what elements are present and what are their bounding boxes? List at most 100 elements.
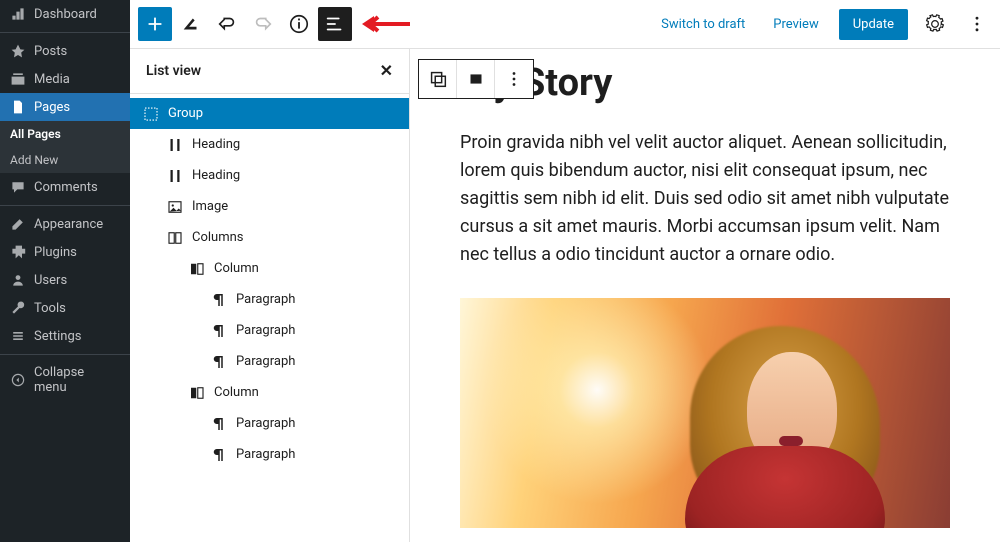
divider <box>0 32 130 33</box>
sidebar-item-tools[interactable]: Tools <box>0 294 130 322</box>
divider <box>0 205 130 206</box>
topbar-right-group: Switch to draft Preview Update <box>653 9 992 40</box>
list-view-row-label: Paragraph <box>236 354 295 369</box>
submenu-item-all-pages[interactable]: All Pages <box>0 121 130 147</box>
sidebar-item-collapse[interactable]: Collapse menu <box>0 359 130 401</box>
page-content: My Story Proin gravida nibh vel velit au… <box>410 61 1000 528</box>
submenu-item-add-new[interactable]: Add New <box>0 147 130 173</box>
list-view-row-label: Column <box>214 261 259 276</box>
appearance-icon <box>10 216 26 232</box>
list-view-row[interactable]: Group <box>130 98 409 129</box>
list-view-row[interactable]: Heading <box>130 129 409 160</box>
list-view-row[interactable]: Paragraph <box>130 315 409 346</box>
block-toolbar <box>418 59 534 99</box>
annotation-arrow-icon <box>360 12 410 36</box>
switch-to-draft-button[interactable]: Switch to draft <box>653 11 753 38</box>
list-view-row[interactable]: Paragraph <box>130 439 409 470</box>
sidebar-item-label: Appearance <box>34 217 103 232</box>
sidebar-submenu-pages: All Pages Add New <box>0 121 130 173</box>
users-icon <box>10 272 26 288</box>
redo-button[interactable] <box>246 7 280 41</box>
paragraph-icon <box>210 446 228 464</box>
sidebar-item-label: Comments <box>34 180 98 195</box>
sidebar-item-label: Tools <box>34 301 66 316</box>
editor-canvas[interactable]: My Story Proin gravida nibh vel velit au… <box>410 49 1000 542</box>
list-view-row-label: Image <box>192 199 228 214</box>
topbar-left-group <box>138 7 410 41</box>
list-view-button[interactable] <box>318 7 352 41</box>
list-view-row-label: Group <box>168 106 203 121</box>
list-view-row[interactable]: Heading <box>130 160 409 191</box>
sidebar-item-dashboard[interactable]: Dashboard <box>0 0 130 28</box>
paragraph-icon <box>210 353 228 371</box>
list-view-row[interactable]: Image <box>130 191 409 222</box>
list-view-row-label: Heading <box>192 137 240 152</box>
details-button[interactable] <box>282 7 316 41</box>
plugins-icon <box>10 244 26 260</box>
settings-icon <box>10 328 26 344</box>
list-view-row[interactable]: Paragraph <box>130 346 409 377</box>
list-view-row-label: Column <box>214 385 259 400</box>
sidebar-item-pages[interactable]: Pages <box>0 93 130 121</box>
paragraph-icon <box>210 322 228 340</box>
block-type-button[interactable] <box>419 60 457 98</box>
list-view-row-label: Paragraph <box>236 292 295 307</box>
list-view-row-label: Paragraph <box>236 323 295 338</box>
editor-body: List view ✕ GroupHeadingHeadingImageColu… <box>130 49 1000 542</box>
column-icon <box>188 260 206 278</box>
tools-select-button[interactable] <box>174 7 208 41</box>
image-icon <box>166 198 184 216</box>
sidebar-item-settings[interactable]: Settings <box>0 322 130 350</box>
hero-image[interactable] <box>460 298 950 528</box>
list-view-row[interactable]: Paragraph <box>130 408 409 439</box>
add-block-button[interactable] <box>138 7 172 41</box>
sidebar-item-label: Pages <box>34 100 70 115</box>
list-view-row-label: Columns <box>192 230 244 245</box>
preview-button[interactable]: Preview <box>765 11 826 38</box>
sidebar-item-appearance[interactable]: Appearance <box>0 210 130 238</box>
sidebar-item-label: Media <box>34 72 70 87</box>
portrait-illustration <box>685 316 895 528</box>
sidebar-item-label: Posts <box>34 44 67 59</box>
update-button[interactable]: Update <box>839 9 908 40</box>
comments-icon <box>10 179 26 195</box>
list-view-row[interactable]: Paragraph <box>130 284 409 315</box>
sidebar-item-plugins[interactable]: Plugins <box>0 238 130 266</box>
tools-icon <box>10 300 26 316</box>
pin-icon <box>10 43 26 59</box>
sidebar-item-label: Plugins <box>34 245 77 260</box>
sidebar-item-label: Collapse menu <box>34 365 120 395</box>
body-paragraph[interactable]: Proin gravida nibh vel velit auctor aliq… <box>460 129 950 268</box>
column-icon <box>188 384 206 402</box>
settings-gear-button[interactable] <box>920 9 950 39</box>
paragraph-icon <box>210 291 228 309</box>
list-view-tree: Group Heading Heading Image Columns Column Par… <box>130 94 409 542</box>
editor-topbar: Switch to draft Preview Update <box>130 0 1000 49</box>
paragraph-icon <box>210 415 228 433</box>
close-list-view-button[interactable]: ✕ <box>380 63 393 79</box>
heading-icon <box>166 167 184 185</box>
dashboard-icon <box>10 6 26 22</box>
undo-button[interactable] <box>210 7 244 41</box>
pages-icon <box>10 99 26 115</box>
list-view-row[interactable]: Column <box>130 377 409 408</box>
media-icon <box>10 71 26 87</box>
group-icon <box>142 105 160 123</box>
admin-sidebar: Dashboard Posts Media Pages All Pages Ad… <box>0 0 130 542</box>
editor-main: Switch to draft Preview Update List view… <box>130 0 1000 542</box>
columns-icon <box>166 229 184 247</box>
list-view-row-label: Paragraph <box>236 447 295 462</box>
collapse-icon <box>10 372 26 388</box>
block-more-button[interactable] <box>495 60 533 98</box>
sidebar-item-posts[interactable]: Posts <box>0 37 130 65</box>
heading-icon <box>166 136 184 154</box>
list-view-row[interactable]: Columns <box>130 222 409 253</box>
sidebar-item-comments[interactable]: Comments <box>0 173 130 201</box>
sidebar-item-users[interactable]: Users <box>0 266 130 294</box>
block-align-button[interactable] <box>457 60 495 98</box>
list-view-row[interactable]: Column <box>130 253 409 284</box>
list-view-row-label: Heading <box>192 168 240 183</box>
sidebar-item-media[interactable]: Media <box>0 65 130 93</box>
divider <box>0 354 130 355</box>
more-options-button[interactable] <box>962 9 992 39</box>
